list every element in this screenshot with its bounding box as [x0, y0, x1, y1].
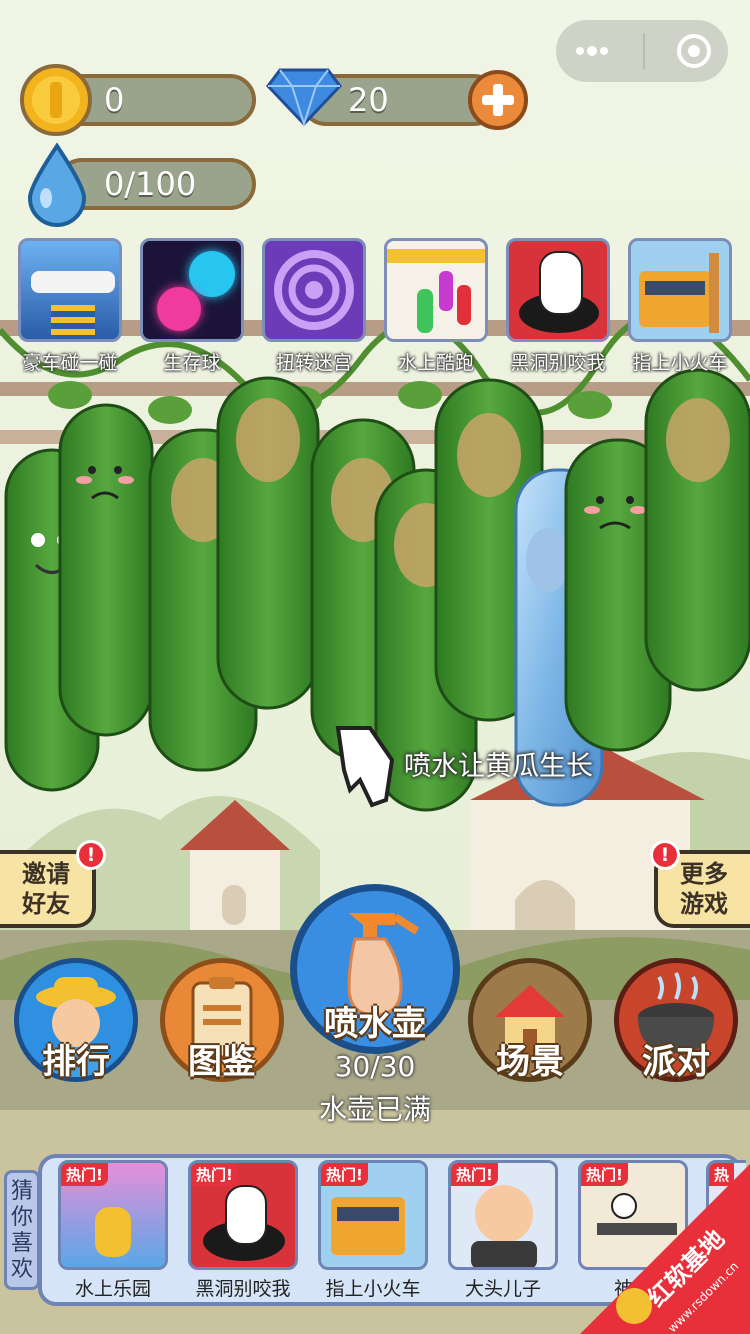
game-tile[interactable]: 黑洞别咬我	[502, 238, 614, 388]
recommend-tile[interactable]: 热门! 大头儿子	[446, 1160, 560, 1301]
party-button[interactable]: 派对	[614, 958, 738, 1082]
hot-badge: 热门!	[451, 1163, 498, 1186]
game-tile[interactable]: 水上酷跑	[380, 238, 492, 388]
coin-count: 0	[104, 81, 125, 119]
recommend-label: 指上小火车	[325, 1278, 421, 1300]
big-head-son-thumb: 热门!	[448, 1160, 558, 1270]
recommend-tab: 猜你喜欢	[4, 1170, 40, 1290]
miniprogram-capsule	[556, 20, 728, 82]
game-label: 黑洞别咬我	[510, 352, 606, 374]
more-games-button[interactable]: 更多 游戏 !	[650, 840, 750, 928]
alert-badge: !	[76, 840, 106, 870]
recommend-tile[interactable]: 热门! 指上小火车	[316, 1160, 430, 1301]
watermark: 红软基地 www.rsdown.cn	[580, 1164, 750, 1334]
game-label: 生存球	[163, 352, 221, 374]
close-target-icon[interactable]	[676, 33, 712, 69]
game-tile[interactable]: 生存球	[136, 238, 248, 388]
gem-icon	[266, 68, 342, 128]
hot-badge: 热门!	[191, 1163, 238, 1186]
sprayer-button[interactable]: 喷水壶	[290, 884, 460, 1054]
rank-label: 排行	[42, 1042, 110, 1082]
hot-badge: 热门!	[61, 1163, 108, 1186]
black-hole-thumb: 热门!	[188, 1160, 298, 1270]
recommend-label: 黑洞别咬我	[195, 1278, 291, 1300]
cucumber[interactable]	[644, 368, 750, 692]
sprayer-count: 30/30	[334, 1050, 416, 1083]
race-car-thumb	[18, 238, 122, 342]
game-tile[interactable]: 指上小火车	[624, 238, 736, 388]
scene-button[interactable]: 场景	[468, 958, 592, 1082]
water-run-thumb	[384, 238, 488, 342]
game-tile[interactable]: 豪车碰一碰	[14, 238, 126, 388]
recommend-label: 大头儿子	[464, 1278, 541, 1300]
recommend-label: 水上乐园	[74, 1278, 151, 1300]
water-count: 0/100	[104, 165, 197, 203]
game-label: 扭转迷宫	[275, 352, 352, 374]
plus-icon	[482, 84, 514, 116]
recommend-tile[interactable]: 热门! 水上乐园	[56, 1160, 170, 1301]
party-label: 派对	[642, 1042, 710, 1082]
game-label: 指上小火车	[632, 352, 728, 374]
more-games-line-2: 游戏	[680, 890, 728, 918]
game-label: 水上酷跑	[397, 352, 474, 374]
cucumber[interactable]	[58, 403, 154, 737]
scene-label: 场景	[496, 1042, 564, 1082]
recommend-tile[interactable]: 热门! 黑洞别咬我	[186, 1160, 300, 1301]
train-thumb: 热门!	[318, 1160, 428, 1270]
catalog-label: 图鉴	[188, 1042, 256, 1082]
hint-text: 喷水让黄瓜生长	[404, 751, 593, 782]
invite-line-2: 好友	[22, 890, 70, 918]
hot-badge: 热门!	[321, 1163, 368, 1186]
invite-friends-button[interactable]: 邀请 好友 !	[0, 840, 106, 928]
capsule-divider	[642, 33, 645, 69]
rank-button[interactable]: 排行	[14, 958, 138, 1082]
water-park-thumb: 热门!	[58, 1160, 168, 1270]
black-hole-thumb	[506, 238, 610, 342]
top-games-strip: 豪车碰一碰 生存球 扭转迷宫 水上酷跑 黑洞别咬我 指上小火车	[14, 238, 744, 388]
sprayer-status: 水壶已满	[318, 1093, 431, 1126]
water-drop-icon	[27, 142, 87, 227]
neon-balls-thumb	[140, 238, 244, 342]
train-thumb	[628, 238, 732, 342]
more-dots-icon[interactable]	[572, 41, 612, 61]
alert-badge: !	[650, 840, 680, 870]
cucumber[interactable]	[216, 376, 320, 710]
catalog-button[interactable]: 图鉴	[160, 958, 284, 1082]
add-gems-button[interactable]	[468, 70, 528, 130]
coin-icon	[20, 64, 92, 136]
game-tile[interactable]: 扭转迷宫	[258, 238, 370, 388]
sprayer-label: 喷水壶	[324, 1004, 426, 1044]
game-label: 豪车碰一碰	[22, 352, 118, 374]
spiral-maze-thumb	[262, 238, 366, 342]
gem-count: 20	[348, 81, 389, 119]
